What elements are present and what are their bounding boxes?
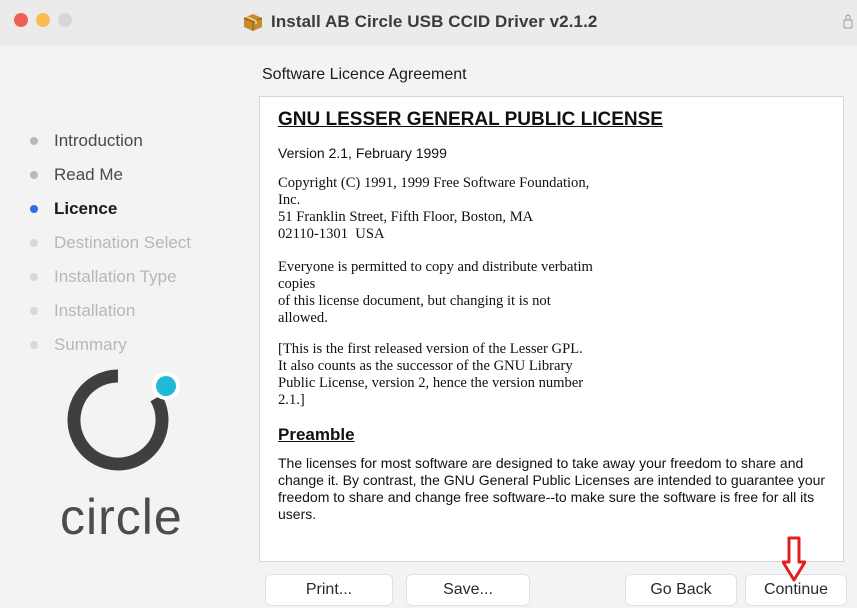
- license-copyright: Copyright (C) 1991, 1999 Free Software F…: [278, 175, 590, 242]
- preamble-heading: Preamble: [278, 425, 355, 444]
- license-version: Version 2.1, February 1999: [278, 145, 447, 161]
- zoom-window-button[interactable]: [58, 13, 72, 27]
- step-bullet: [30, 341, 38, 349]
- step-bullet: [30, 137, 38, 145]
- step-label: Summary: [54, 335, 127, 354]
- step-read-me: Read Me: [30, 158, 191, 192]
- print-button[interactable]: Print...: [265, 574, 393, 606]
- step-label: Destination Select: [54, 233, 192, 252]
- license-content: GNU LESSER GENERAL PUBLIC LICENSE Versio…: [278, 109, 826, 523]
- logo-wordmark: circle: [60, 489, 183, 545]
- step-label: Read Me: [54, 165, 123, 184]
- window-title: Install AB Circle USB CCID Driver v2.1.2: [271, 12, 598, 31]
- step-introduction: Introduction: [30, 124, 191, 158]
- step-bullet-active: [30, 205, 38, 213]
- step-bullet: [30, 239, 38, 247]
- step-installation: Installation: [30, 294, 191, 328]
- step-licence: Licence: [30, 192, 191, 226]
- save-button[interactable]: Save...: [406, 574, 530, 606]
- step-label: Licence: [54, 199, 118, 218]
- preamble-text: The licenses for most software are desig…: [278, 455, 826, 522]
- lock-icon: [843, 14, 853, 29]
- step-label: Introduction: [54, 131, 143, 150]
- step-bullet: [30, 171, 38, 179]
- step-bullet: [30, 307, 38, 315]
- installer-steps: Introduction Read Me Licence Destination…: [30, 124, 191, 362]
- go-back-button[interactable]: Go Back: [625, 574, 737, 606]
- package-icon: [243, 14, 263, 31]
- red-arrow-annotation-icon: [782, 536, 806, 582]
- close-window-button[interactable]: [14, 13, 28, 27]
- section-title: Software Licence Agreement: [262, 66, 467, 83]
- step-installation-type: Installation Type: [30, 260, 191, 294]
- license-permission: Everyone is permitted to copy and distri…: [278, 259, 593, 326]
- license-text-area[interactable]: GNU LESSER GENERAL PUBLIC LICENSE Versio…: [259, 96, 844, 562]
- minimize-window-button[interactable]: [36, 13, 50, 27]
- license-note: [This is the first released version of t…: [278, 341, 584, 408]
- installer-window: Install AB Circle USB CCID Driver v2.1.2…: [0, 0, 857, 608]
- step-destination-select: Destination Select: [30, 226, 191, 260]
- step-bullet: [30, 273, 38, 281]
- title-bar[interactable]: Install AB Circle USB CCID Driver v2.1.2: [0, 0, 857, 46]
- license-heading: GNU LESSER GENERAL PUBLIC LICENSE: [278, 109, 663, 130]
- step-label: Installation Type: [54, 267, 177, 286]
- window-title-group: Install AB Circle USB CCID Driver v2.1.2: [242, 8, 598, 36]
- step-label: Installation: [54, 301, 136, 320]
- step-summary: Summary: [30, 328, 191, 362]
